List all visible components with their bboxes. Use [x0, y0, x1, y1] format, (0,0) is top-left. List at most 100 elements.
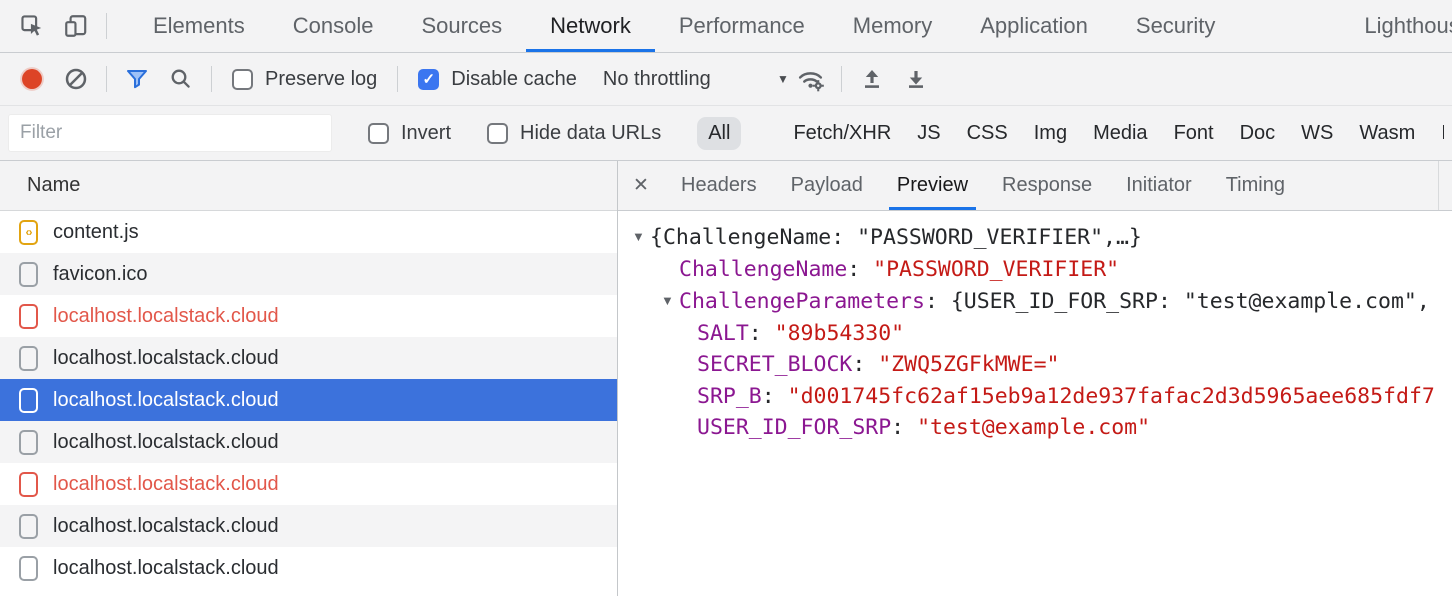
document-file-icon: [19, 430, 38, 455]
subtab-timing[interactable]: Timing: [1209, 161, 1302, 210]
json-plain: :: [891, 415, 917, 440]
expand-arrow-icon[interactable]: ▼: [632, 221, 650, 253]
toolbar-divider: [106, 13, 107, 39]
network-conditions-button[interactable]: [789, 57, 833, 101]
tree-node[interactable]: ▼{ChallengeName: "PASSWORD_VERIFIER",…}: [618, 221, 1452, 254]
network-request-row[interactable]: localhost.localstack.cloud: [0, 295, 617, 337]
import-har-icon: [860, 67, 884, 91]
invert-checkbox[interactable]: Invert: [368, 122, 451, 145]
checkbox-unchecked: [232, 69, 253, 90]
json-plain: : {USER_ID_FOR_SRP: "test@example.com",: [925, 289, 1430, 314]
network-request-row[interactable]: localhost.localstack.cloud: [0, 379, 617, 421]
tree-node[interactable]: USER_ID_FOR_SRP: "test@example.com": [618, 412, 1452, 444]
subtab-headers[interactable]: Headers: [664, 161, 774, 210]
hide-data-urls-checkbox[interactable]: Hide data URLs: [487, 122, 661, 145]
preserve-log-checkbox[interactable]: Preserve log: [232, 68, 377, 91]
tab-application[interactable]: Application: [956, 0, 1112, 52]
request-name: localhost.localstack.cloud: [53, 557, 279, 580]
json-plain: {ChallengeName: "PASSWORD_VERIFIER",…}: [650, 225, 1142, 250]
checkbox-unchecked: [487, 123, 508, 144]
clear-network-log-button[interactable]: [54, 57, 98, 101]
subtab-preview[interactable]: Preview: [880, 161, 985, 210]
panel-tabs: ElementsConsoleSourcesNetworkPerformance…: [129, 0, 1452, 52]
toolbar-divider: [397, 66, 398, 92]
filter-type-media[interactable]: Media: [1093, 122, 1147, 145]
network-request-row[interactable]: localhost.localstack.cloud: [0, 337, 617, 379]
filter-type-fetch-xhr[interactable]: Fetch/XHR: [793, 122, 891, 145]
chevron-down-icon: ▼: [777, 72, 789, 86]
tab-sources[interactable]: Sources: [397, 0, 526, 52]
filter-type-wasm[interactable]: Wasm: [1359, 122, 1415, 145]
filter-type-all[interactable]: All: [697, 117, 741, 150]
toggle-device-toolbar-button[interactable]: [54, 4, 98, 48]
json-key: SRP_B: [697, 384, 762, 409]
tree-node[interactable]: SECRET_BLOCK: "ZWQ5ZGFkMWE=": [618, 349, 1452, 381]
tab-network[interactable]: Network: [526, 0, 655, 52]
filter-input[interactable]: [8, 114, 332, 152]
tab-lighthouse[interactable]: Lighthouse: [1340, 0, 1452, 52]
json-str: "test@example.com": [917, 415, 1150, 440]
tab-console[interactable]: Console: [269, 0, 398, 52]
throttling-select[interactable]: No throttling ▼: [603, 68, 789, 91]
network-filter-bar: Invert Hide data URLs All Fetch/XHR JS CSS I…: [0, 106, 1452, 161]
json-plain: :: [852, 352, 878, 377]
subtab-initiator[interactable]: Initiator: [1109, 161, 1209, 210]
json-str: "89b54330": [775, 321, 904, 346]
request-type-filters: All Fetch/XHR JS CSS Img Media Font Doc WS Wasm Ma…: [697, 117, 1444, 150]
subtab-payload[interactable]: Payload: [774, 161, 880, 210]
request-name: localhost.localstack.cloud: [53, 389, 279, 412]
invert-label: Invert: [401, 122, 451, 145]
tab-elements[interactable]: Elements: [129, 0, 269, 52]
close-icon: ✕: [633, 174, 649, 197]
inspect-cursor-icon: [19, 13, 45, 39]
close-detail-button[interactable]: ✕: [618, 161, 664, 210]
record-network-log-button[interactable]: [10, 57, 54, 101]
tree-node[interactable]: SALT: "89b54330": [618, 318, 1452, 350]
tree-node[interactable]: ▼ChallengeParameters: {USER_ID_FOR_SRP: …: [618, 285, 1452, 318]
name-column-label: Name: [27, 174, 80, 197]
name-column-header[interactable]: Name: [0, 161, 617, 211]
filter-type-doc[interactable]: Doc: [1240, 122, 1276, 145]
script-file-icon: ‹›: [19, 220, 38, 245]
inspect-element-button[interactable]: [10, 4, 54, 48]
export-har-button[interactable]: [894, 57, 938, 101]
tab-memory[interactable]: Memory: [829, 0, 956, 52]
network-request-row[interactable]: localhost.localstack.cloud: [0, 463, 617, 505]
tab-performance[interactable]: Performance: [655, 0, 829, 52]
device-toolbar-icon: [63, 13, 89, 39]
expand-arrow-icon[interactable]: ▼: [661, 285, 679, 317]
search-button[interactable]: [159, 57, 203, 101]
filter-type-manifest[interactable]: Manifest: [1441, 122, 1444, 145]
subtab-response[interactable]: Response: [985, 161, 1109, 210]
filter-type-css[interactable]: CSS: [967, 122, 1008, 145]
filter-funnel-icon: [125, 68, 149, 90]
network-request-row[interactable]: ‹› content.js: [0, 211, 617, 253]
import-har-button[interactable]: [850, 57, 894, 101]
json-key: ChallengeName: [679, 257, 847, 282]
network-request-row[interactable]: localhost.localstack.cloud: [0, 421, 617, 463]
filter-type-js[interactable]: JS: [917, 122, 940, 145]
filter-toggle-button[interactable]: [115, 57, 159, 101]
disable-cache-checkbox[interactable]: ✓ Disable cache: [418, 68, 577, 91]
tab-security[interactable]: Security: [1112, 0, 1239, 52]
record-icon: [19, 66, 45, 92]
json-plain: :: [749, 321, 775, 346]
request-name: content.js: [53, 221, 139, 244]
document-file-icon: [19, 556, 38, 581]
json-str: "ZWQ5ZGFkMWE=": [878, 352, 1059, 377]
network-request-row[interactable]: favicon.ico: [0, 253, 617, 295]
filter-type-img[interactable]: Img: [1034, 122, 1067, 145]
devtools-tabbar: ElementsConsoleSourcesNetworkPerformance…: [0, 0, 1452, 53]
network-request-row[interactable]: localhost.localstack.cloud: [0, 505, 617, 547]
json-plain: :: [847, 257, 873, 282]
tree-node[interactable]: ChallengeName: "PASSWORD_VERIFIER": [618, 254, 1452, 286]
document-file-icon: [19, 472, 38, 497]
detail-tabs: ✕ HeadersPayloadPreviewResponseInitiator…: [618, 161, 1452, 211]
document-file-icon: [19, 388, 38, 413]
network-request-row[interactable]: localhost.localstack.cloud: [0, 547, 617, 589]
tree-node[interactable]: SRP_B: "d001745fc62af15eb9a12de937fafac2…: [618, 381, 1452, 413]
request-name: favicon.ico: [53, 263, 148, 286]
request-list: ‹› content.js favicon.ico localhost.localst…: [0, 211, 617, 596]
filter-type-ws[interactable]: WS: [1301, 122, 1333, 145]
filter-type-font[interactable]: Font: [1174, 122, 1214, 145]
